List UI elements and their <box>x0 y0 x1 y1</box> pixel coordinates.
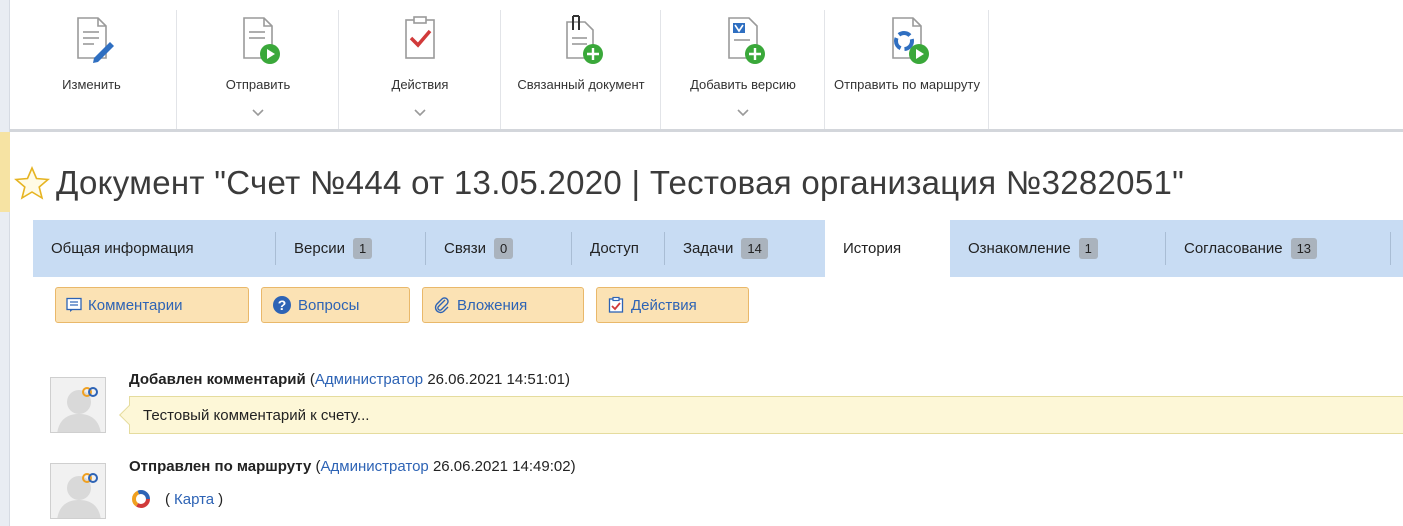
tab-links[interactable]: Связи 0 <box>426 220 571 277</box>
map-link[interactable]: Карта <box>174 491 214 508</box>
toolbar-bottom-border <box>10 129 1403 132</box>
count-badge: 0 <box>494 238 514 259</box>
question-icon: ? <box>273 296 291 314</box>
send-by-route-button-label: Отправить по маршруту <box>834 77 980 92</box>
count-badge: 13 <box>1290 238 1318 259</box>
actions-icon <box>608 296 624 313</box>
send-button-label: Отправить <box>225 77 291 92</box>
chevron-down-icon[interactable] <box>736 108 750 118</box>
filter-label: Вложения <box>457 296 528 314</box>
send-by-route-icon <box>892 17 929 64</box>
filter-label: Комментарии <box>88 296 183 314</box>
actions-button-label: Действия <box>391 77 449 92</box>
linked-document-icon <box>566 15 603 64</box>
add-version-button-label: Добавить версию <box>690 77 796 92</box>
history-user-link[interactable]: Администратор <box>315 371 423 388</box>
tab-bar: Общая информация Версии 1 Связи 0 Доступ… <box>33 220 1403 277</box>
toolbar-separator <box>338 10 339 130</box>
linked-document-button[interactable]: Связанный документ <box>502 0 660 129</box>
tab-label: Версии <box>294 240 345 257</box>
left-edge-strip <box>0 0 10 526</box>
tab-label: Ознакомление <box>968 240 1071 257</box>
count-badge: 1 <box>1078 238 1098 259</box>
toolbar-separator <box>176 10 177 130</box>
toolbar-separator <box>824 10 825 130</box>
comment-pointer <box>119 405 139 425</box>
send-by-route-button[interactable]: Отправить по маршруту <box>826 0 988 129</box>
toolbar-separator <box>988 10 989 130</box>
history-action: Добавлен комментарий <box>129 371 306 388</box>
avatar <box>50 463 106 519</box>
actions-checklist-icon <box>405 16 435 59</box>
history-panel: Комментарии ? Вопросы Вложения Действия <box>33 277 1403 526</box>
favorite-star-icon[interactable] <box>14 166 50 200</box>
route-status-icon <box>132 490 150 508</box>
tab-general-info[interactable]: Общая информация <box>33 220 275 277</box>
edit-button[interactable]: Изменить <box>10 0 173 129</box>
count-badge: 14 <box>741 238 768 259</box>
avatar <box>50 377 106 433</box>
tab-access[interactable]: Доступ <box>572 220 664 277</box>
edit-document-icon <box>76 17 114 63</box>
tab-label: Доступ <box>590 240 639 257</box>
history-entry-header: Добавлен комментарий (Администратор 26.0… <box>129 371 570 388</box>
comment-text: Тестовый комментарий к счету... <box>143 406 370 424</box>
tab-approval[interactable]: Согласование 13 <box>1166 220 1388 277</box>
filter-comments-button[interactable]: Комментарии <box>55 287 249 323</box>
edit-button-label: Изменить <box>62 77 121 92</box>
paperclip-icon <box>434 297 449 314</box>
map-paren-open: ( <box>165 490 170 508</box>
tab-acquaintance[interactable]: Ознакомление 1 <box>950 220 1165 277</box>
filter-label: Вопросы <box>298 296 360 314</box>
map-paren-close: ) <box>218 490 224 508</box>
filter-actions-button[interactable]: Действия <box>596 287 749 323</box>
tab-label: Связи <box>444 240 487 257</box>
left-edge-accent <box>0 132 10 212</box>
tab-separator <box>1390 232 1391 265</box>
history-action: Отправлен по маршруту <box>129 458 312 475</box>
page-title: Документ "Счет №444 от 13.05.2020 | Тест… <box>56 164 1185 201</box>
user-avatar-icon <box>57 473 101 518</box>
svg-text:?: ? <box>278 297 287 313</box>
history-datetime: 26.06.2021 14:51:01) <box>427 371 570 388</box>
chevron-down-icon[interactable] <box>251 108 265 118</box>
toolbar: Изменить Отправить Действия Связанный до… <box>10 0 1403 132</box>
add-version-button[interactable]: Добавить версию <box>662 0 824 129</box>
tab-label: Общая информация <box>51 240 194 257</box>
send-button[interactable]: Отправить <box>178 0 338 129</box>
linked-document-button-label: Связанный документ <box>517 77 645 92</box>
tab-label: Задачи <box>683 240 734 257</box>
filter-label: Действия <box>631 296 697 314</box>
send-document-icon <box>243 17 280 64</box>
tab-label: История <box>843 240 902 257</box>
document-title-row: Документ "Счет №444 от 13.05.2020 | Тест… <box>14 153 1184 213</box>
count-badge: 1 <box>352 238 373 259</box>
filter-questions-button[interactable]: ? Вопросы <box>261 287 410 323</box>
chevron-down-icon[interactable] <box>413 108 427 118</box>
filter-attachments-button[interactable]: Вложения <box>422 287 584 323</box>
actions-button[interactable]: Действия <box>340 0 500 129</box>
comment-icon <box>66 297 82 312</box>
comment-box: Тестовый комментарий к счету... <box>119 396 1403 434</box>
toolbar-separator <box>500 10 501 130</box>
toolbar-separator <box>660 10 661 130</box>
add-version-icon <box>728 17 765 64</box>
user-avatar-icon <box>57 387 101 432</box>
tab-label: Согласование <box>1184 240 1283 257</box>
tab-versions[interactable]: Версии 1 <box>276 220 425 277</box>
tab-history[interactable]: История <box>825 220 950 277</box>
history-user-link[interactable]: Администратор <box>321 458 429 475</box>
history-entry-header: Отправлен по маршруту (Администратор 26.… <box>129 458 576 475</box>
history-datetime: 26.06.2021 14:49:02) <box>432 458 576 475</box>
tab-tasks[interactable]: Задачи 14 <box>665 220 824 277</box>
route-map-row: ( Карта ) <box>131 489 223 509</box>
